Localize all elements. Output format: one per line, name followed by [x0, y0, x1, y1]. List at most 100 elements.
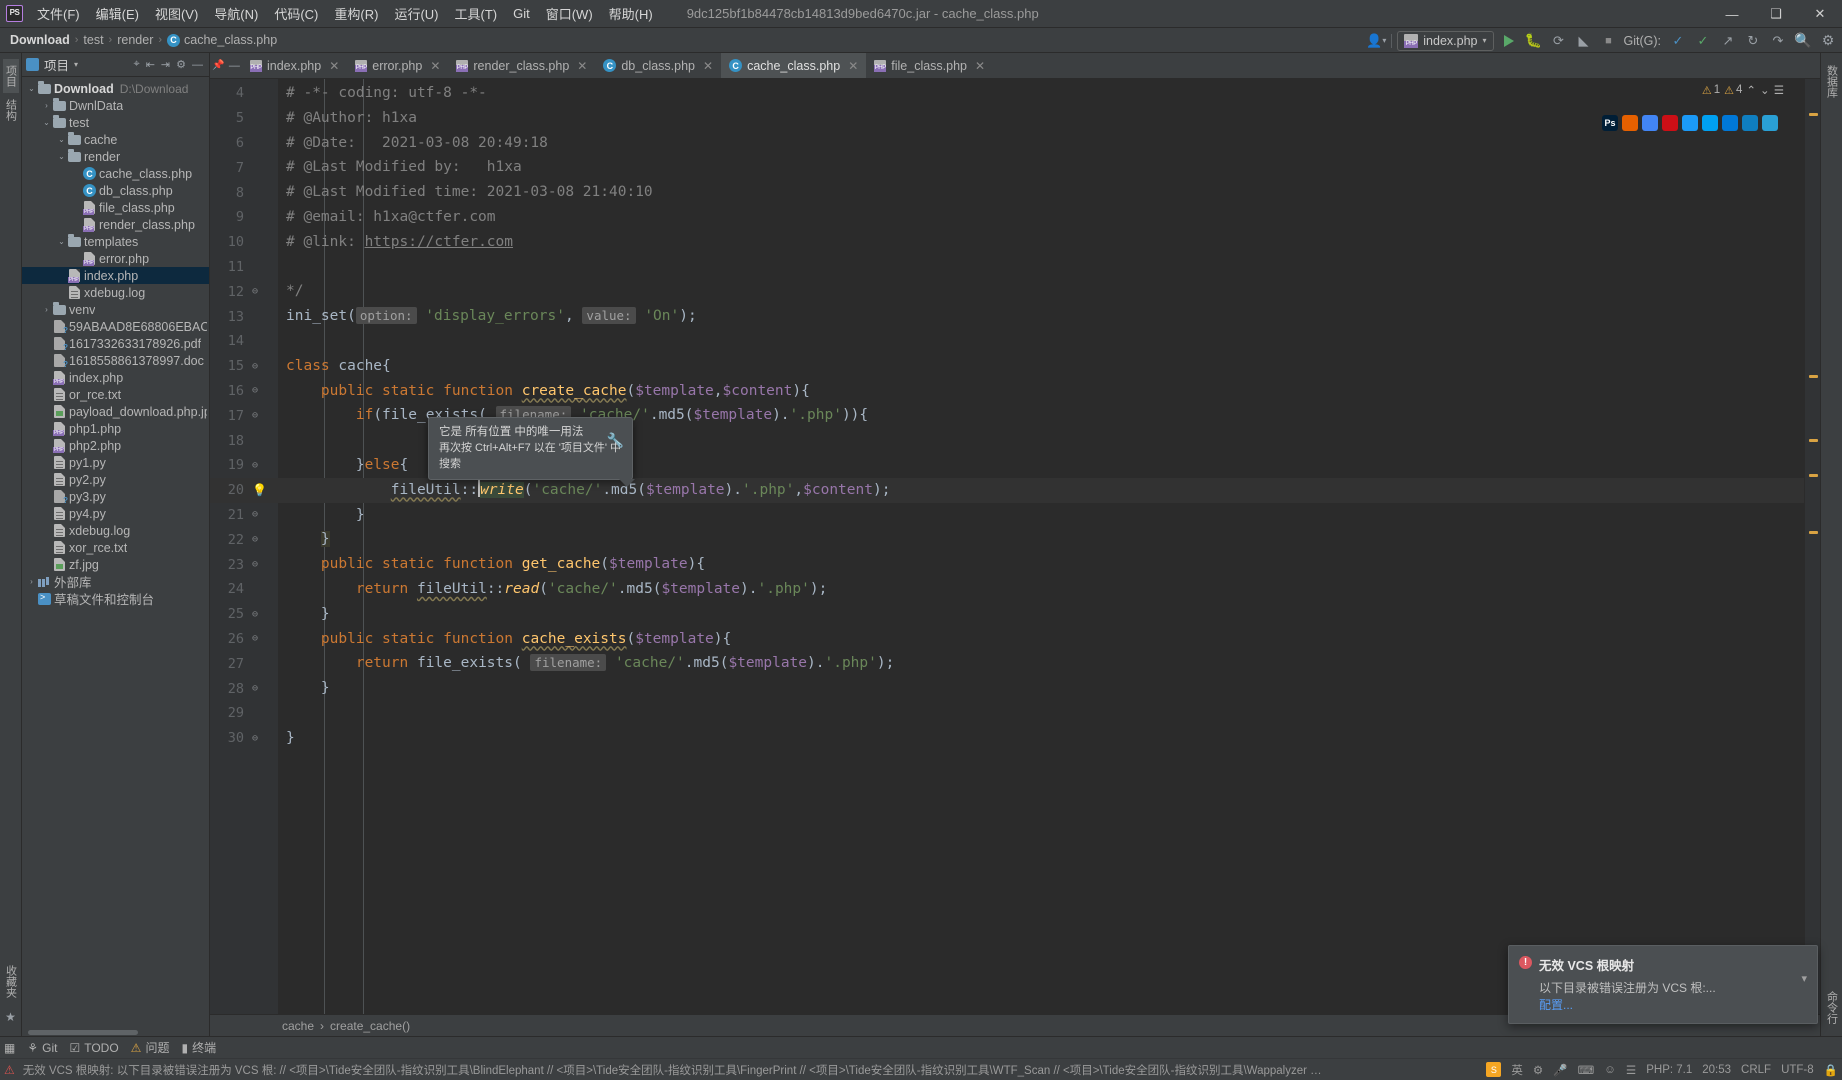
code-line-9[interactable]: # @email: h1xa@ctfer.com [278, 205, 1804, 230]
user-icon[interactable]: 👤 ▾ [1366, 31, 1386, 51]
code-fold-icon[interactable]: ⊖ [248, 733, 262, 744]
scroll-from-source-icon[interactable]: ⌖ [133, 58, 139, 71]
menu-help[interactable]: 帮助(H) [601, 0, 661, 27]
code-line-15[interactable]: class cache{ [278, 354, 1804, 379]
gutter-line-12[interactable]: 12 ⊖ [210, 279, 278, 304]
tree-item-php2-php[interactable]: php2.php [22, 437, 209, 454]
balloon-configure-link[interactable]: 配置... [1539, 998, 1573, 1012]
maximize-button[interactable]: ❑ [1754, 0, 1798, 28]
code-fold-icon[interactable]: ⊖ [248, 559, 262, 570]
git-commit-button[interactable]: ✓ [1693, 31, 1713, 51]
tab-error-php[interactable]: error.php ✕ [347, 53, 448, 78]
chevron-down-icon[interactable]: ⌄ [56, 237, 67, 246]
menu-run[interactable]: 运行(U) [386, 0, 446, 27]
encoding-label[interactable]: UTF-8 [1781, 1064, 1814, 1076]
code-content[interactable]: # -*- coding: utf-8 -*- # @Author: h1xa # … [278, 79, 1804, 751]
breadcrumb-root[interactable]: Download [6, 33, 74, 47]
tree-item-test[interactable]: ⌄ test [22, 114, 209, 131]
tree-item-py3-py[interactable]: py3.py [22, 488, 209, 505]
marker-warning[interactable] [1809, 531, 1818, 534]
chevron-down-icon[interactable]: ⌄ [41, 118, 52, 127]
git-history-button[interactable]: ↻ [1743, 31, 1763, 51]
gutter-line-27[interactable]: 27 [210, 651, 278, 676]
code-line-26[interactable]: public static function cache_exists($tem… [278, 627, 1804, 652]
browser-more-icon[interactable] [1762, 115, 1778, 131]
chevron-down-icon[interactable]: ▾ [1801, 972, 1807, 985]
gutter-line-26[interactable]: 26 ⊖ [210, 627, 278, 652]
tree-item-1617332633178926-pdf[interactable]: 1617332633178926.pdf [22, 335, 209, 352]
menu-git[interactable]: Git [505, 2, 538, 25]
tab-db-class-php[interactable]: C db_class.php ✕ [595, 53, 721, 78]
footer-crumb-class[interactable]: cache [282, 1019, 314, 1033]
chevron-down-icon[interactable]: ⌄ [56, 135, 67, 144]
code-line-5[interactable]: # @Author: h1xa [278, 106, 1804, 131]
gutter-line-19[interactable]: 19 ⊖ [210, 453, 278, 478]
code-line-23[interactable]: public static function get_cache($templa… [278, 552, 1804, 577]
code-fold-icon[interactable]: ⊖ [248, 683, 262, 694]
project-file-tree[interactable]: ⌄ Download D:\Download › DwnlData ⌄ test ⌄ cache… [22, 77, 209, 1029]
gutter-line-18[interactable]: 18 [210, 428, 278, 453]
caret-position-label[interactable]: 20:53 [1702, 1064, 1731, 1076]
collapse-all-icon[interactable]: ⇤ [146, 58, 155, 71]
gutter-line-15[interactable]: 15 ⊖ [210, 354, 278, 379]
gutter-line-21[interactable]: 21 ⊖ [210, 503, 278, 528]
php-version-label[interactable]: PHP: 7.1 [1646, 1064, 1692, 1076]
tree-item-render[interactable]: ⌄ render [22, 148, 209, 165]
status-layout-icon[interactable]: ▦ [4, 1041, 15, 1055]
tree-item--[interactable]: 草稿文件和控制台 [22, 590, 209, 607]
hide-panel-icon[interactable]: — [192, 59, 203, 71]
code-line-6[interactable]: # @Date: 2021-03-08 20:49:18 [278, 131, 1804, 156]
gutter-line-25[interactable]: 25 ⊖ [210, 602, 278, 627]
code-line-20[interactable]: fileUtil:: write('cache/'.md5($template).… [278, 477, 1804, 503]
close-tab-icon[interactable]: ✕ [975, 59, 985, 73]
chevron-right-icon[interactable]: › [26, 577, 37, 586]
status-item-todo[interactable]: ☑ TODO [69, 1041, 118, 1055]
hide-tabs-icon[interactable]: — [229, 60, 240, 72]
next-problem-icon[interactable]: ⌄ [1760, 83, 1770, 97]
tab-file-class-php[interactable]: file_class.php ✕ [866, 53, 993, 78]
gutter-line-14[interactable]: 14 [210, 329, 278, 354]
close-tab-icon[interactable]: ✕ [430, 59, 440, 73]
rail-item-structure[interactable]: 结构 [3, 93, 19, 127]
run-button[interactable] [1499, 31, 1519, 51]
tree-item-index-php[interactable]: index.php [22, 267, 209, 284]
rail-item-project[interactable]: 项目 [2, 59, 19, 93]
code-line-16[interactable]: public static function create_cache($tem… [278, 379, 1804, 404]
run-configuration-selector[interactable]: index.php ▾ [1397, 30, 1494, 51]
tab-cache-class-php[interactable]: C cache_class.php ✕ [721, 53, 867, 78]
edge-icon[interactable] [1722, 115, 1738, 131]
scrollbar-thumb[interactable] [28, 1030, 138, 1035]
search-everywhere-icon[interactable]: 🔍 [1793, 31, 1813, 51]
tree-item-venv[interactable]: › venv [22, 301, 209, 318]
code-fold-icon[interactable]: ⊖ [248, 385, 262, 396]
gutter-line-11[interactable]: 11 [210, 255, 278, 280]
tree-item-1618558861378997-doc[interactable]: 1618558861378997.doc [22, 352, 209, 369]
marker-warning[interactable] [1809, 439, 1818, 442]
gutter-line-16[interactable]: 16 ⊖ [210, 379, 278, 404]
sogou-tray-icon[interactable]: S [1486, 1062, 1502, 1077]
tree-item-error-php[interactable]: error.php [22, 250, 209, 267]
favorites-star-icon[interactable]: ★ [5, 1004, 16, 1030]
tree-item-py2-py[interactable]: py2.py [22, 471, 209, 488]
code-line-27[interactable]: return file_exists( filename: 'cache/'.m… [278, 651, 1804, 676]
ime-menu-icon[interactable]: ☰ [1626, 1063, 1636, 1077]
code-line-29[interactable] [278, 701, 1804, 726]
ime-toolbox-icon[interactable]: ⚙ [1533, 1063, 1543, 1077]
code-fold-icon[interactable]: ⊖ [248, 534, 262, 545]
close-tab-icon[interactable]: ✕ [703, 59, 713, 73]
project-tree-hscrollbar[interactable] [22, 1029, 209, 1036]
debug-button[interactable]: 🐛 [1524, 31, 1544, 51]
stop-button[interactable]: ■ [1599, 31, 1619, 51]
tree-item-or-rce-txt[interactable]: or_rce.txt [22, 386, 209, 403]
code-line-7[interactable]: # @Last Modified by: h1xa [278, 155, 1804, 180]
menu-window[interactable]: 窗口(W) [538, 0, 601, 27]
tree-item-file-class-php[interactable]: file_class.php [22, 199, 209, 216]
tree-item-cache[interactable]: ⌄ cache [22, 131, 209, 148]
chevron-down-icon[interactable]: ⌄ [56, 152, 67, 161]
menu-file[interactable]: 文件(F) [29, 0, 88, 27]
tree-item-render-class-php[interactable]: render_class.php [22, 216, 209, 233]
code-fold-icon[interactable]: ⊖ [248, 410, 262, 421]
tree-item-xdebug-log[interactable]: xdebug.log [22, 284, 209, 301]
breadcrumb-item-render[interactable]: render [113, 33, 157, 47]
menu-tools[interactable]: 工具(T) [446, 0, 505, 27]
